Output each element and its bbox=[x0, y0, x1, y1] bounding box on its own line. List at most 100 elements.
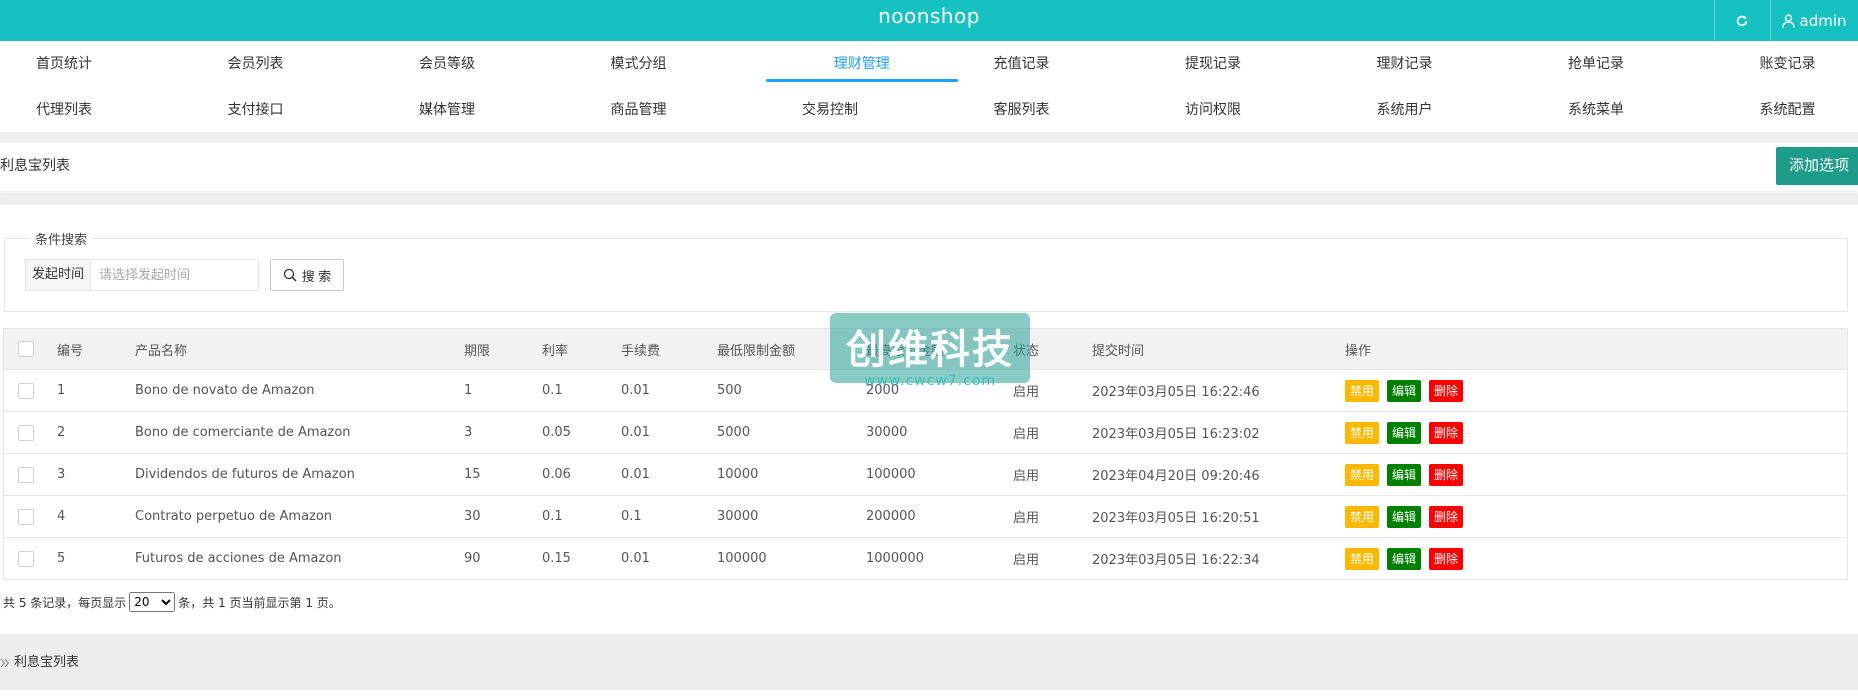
nav-item[interactable]: 交易控制 bbox=[766, 87, 958, 133]
edit-button[interactable]: 编辑 bbox=[1387, 379, 1422, 402]
row-actions: 禁用 编辑 删除 bbox=[1345, 538, 1464, 579]
disable-button[interactable]: 禁用 bbox=[1345, 421, 1380, 444]
nav-item[interactable]: 商品管理 bbox=[575, 87, 767, 133]
disable-button[interactable]: 禁用 bbox=[1345, 463, 1380, 486]
spacer bbox=[0, 193, 1858, 205]
nav-item[interactable]: 抢单记录 bbox=[1532, 41, 1724, 87]
table-row: 3 Dividendos de futuros de Amazon 15 0.06 0.… bbox=[4, 453, 1847, 495]
row-actions: 禁用 编辑 删除 bbox=[1345, 370, 1464, 411]
page-size-select[interactable]: 20 bbox=[129, 592, 176, 612]
row-actions: 禁用 编辑 删除 bbox=[1345, 412, 1464, 453]
nav-item[interactable]: 理财管理 bbox=[766, 41, 958, 87]
delete-button[interactable]: 删除 bbox=[1429, 547, 1464, 570]
table-header: 编号 产品名称 期限 利率 手续费 最低限制金额 最高限制金额 状态 提交时间 操作 bbox=[4, 329, 1847, 369]
nav-item[interactable]: 模式分组 bbox=[575, 41, 767, 87]
spacer bbox=[0, 132, 1858, 143]
cell-rate: 0.15 bbox=[542, 551, 571, 566]
row-actions: 禁用 编辑 删除 bbox=[1345, 496, 1464, 537]
nav-item[interactable]: 会员列表 bbox=[192, 41, 384, 87]
cell-name: Contrato perpetuo de Amazon bbox=[135, 509, 333, 524]
edit-button[interactable]: 编辑 bbox=[1387, 547, 1422, 570]
main-nav: 首页统计 会员列表 会员等级 模式分组 理财管理 充值记录 提现记录 理财记录 抢单记录 账变记录… bbox=[0, 41, 1858, 132]
pager-suffix: 条，共 1 页当前显示第 1 页。 bbox=[178, 595, 341, 610]
delete-button[interactable]: 删除 bbox=[1429, 379, 1464, 402]
cell-id: 3 bbox=[57, 467, 66, 482]
cell-status: 启用 bbox=[1013, 469, 1040, 484]
edit-button[interactable]: 编辑 bbox=[1387, 421, 1422, 444]
refresh-icon bbox=[1736, 14, 1748, 26]
time-input[interactable] bbox=[91, 260, 258, 290]
add-option-button[interactable]: 添加选项 bbox=[1776, 147, 1858, 185]
column-header: 状态 bbox=[1013, 343, 1040, 359]
nav-row: 代理列表 支付接口 媒体管理 商品管理 交易控制 客服列表 访问权限 系统用户 系统菜单 系统配置 bbox=[0, 87, 1858, 133]
footer-bar: 利息宝列表 bbox=[0, 634, 1858, 690]
brand-title: noonshop bbox=[878, 4, 980, 28]
cell-fee: 0.01 bbox=[621, 551, 650, 566]
search-button[interactable]: 搜 索 bbox=[270, 259, 344, 291]
nav-item[interactable]: 首页统计 bbox=[0, 41, 192, 87]
cell-term: 3 bbox=[464, 425, 473, 440]
column-header: 最低限制金额 bbox=[717, 343, 796, 359]
row-checkbox[interactable] bbox=[18, 550, 34, 567]
row-checkbox[interactable] bbox=[18, 508, 34, 525]
nav-item[interactable]: 代理列表 bbox=[0, 87, 192, 133]
top-bar: noonshop admin bbox=[0, 0, 1858, 41]
nav-item[interactable]: 系统菜单 bbox=[1532, 87, 1724, 133]
column-header: 产品名称 bbox=[135, 343, 188, 359]
user-menu[interactable]: admin bbox=[1770, 0, 1858, 41]
header-checkbox-cell bbox=[18, 329, 34, 369]
nav-item[interactable]: 系统配置 bbox=[1724, 87, 1858, 133]
nav-item[interactable]: 访问权限 bbox=[1149, 87, 1341, 133]
cell-fee: 0.01 bbox=[621, 425, 650, 440]
page-title: 利息宝列表 bbox=[0, 158, 70, 174]
breadcrumb: 利息宝列表 bbox=[0, 634, 79, 692]
edit-button[interactable]: 编辑 bbox=[1387, 505, 1422, 528]
delete-button[interactable]: 删除 bbox=[1429, 505, 1464, 528]
row-checkbox[interactable] bbox=[18, 466, 34, 483]
cell-min: 10000 bbox=[717, 467, 759, 482]
table-body: 1 Bono de novato de Amazon 1 0.1 0.01 500 2000… bbox=[4, 369, 1847, 579]
nav-item[interactable]: 账变记录 bbox=[1724, 41, 1858, 87]
nav-item[interactable]: 充值记录 bbox=[958, 41, 1150, 87]
cell-id: 5 bbox=[57, 551, 66, 566]
nav-item[interactable]: 系统用户 bbox=[1341, 87, 1533, 133]
nav-item[interactable]: 提现记录 bbox=[1149, 41, 1341, 87]
column-header: 利率 bbox=[542, 343, 569, 359]
cell-time: 2023年03月05日 16:23:02 bbox=[1092, 427, 1260, 442]
cell-status: 启用 bbox=[1013, 427, 1040, 442]
cell-max: 200000 bbox=[866, 509, 916, 524]
cell-term: 15 bbox=[464, 467, 481, 482]
disable-button[interactable]: 禁用 bbox=[1345, 547, 1380, 570]
row-checkbox[interactable] bbox=[18, 424, 34, 441]
nav-item[interactable]: 会员等级 bbox=[383, 41, 575, 87]
delete-button[interactable]: 删除 bbox=[1429, 421, 1464, 444]
row-checkbox-cell bbox=[18, 412, 34, 453]
time-filter: 发起时间 bbox=[25, 259, 259, 291]
disable-button[interactable]: 禁用 bbox=[1345, 505, 1380, 528]
cell-max: 1000000 bbox=[866, 551, 924, 566]
search-legend: 条件搜索 bbox=[30, 229, 93, 248]
column-header: 期限 bbox=[464, 343, 491, 359]
nav-item[interactable]: 支付接口 bbox=[192, 87, 384, 133]
cell-max: 100000 bbox=[866, 467, 916, 482]
double-chevron-icon bbox=[0, 658, 10, 668]
disable-button[interactable]: 禁用 bbox=[1345, 379, 1380, 402]
cell-status: 启用 bbox=[1013, 385, 1040, 400]
user-name: admin bbox=[1799, 11, 1847, 30]
select-all-checkbox[interactable] bbox=[18, 341, 34, 357]
nav-item[interactable]: 媒体管理 bbox=[383, 87, 575, 133]
cell-time: 2023年03月05日 16:22:34 bbox=[1092, 553, 1260, 568]
cell-max: 2000 bbox=[866, 383, 900, 398]
edit-button[interactable]: 编辑 bbox=[1387, 463, 1422, 486]
nav-item[interactable]: 理财记录 bbox=[1341, 41, 1533, 87]
cell-fee: 0.01 bbox=[621, 467, 650, 482]
cell-min: 500 bbox=[717, 383, 742, 398]
nav-item[interactable]: 客服列表 bbox=[958, 87, 1150, 133]
row-checkbox[interactable] bbox=[18, 382, 34, 399]
delete-button[interactable]: 删除 bbox=[1429, 463, 1464, 486]
cell-min: 5000 bbox=[717, 425, 751, 440]
cell-name: Bono de comerciante de Amazon bbox=[135, 425, 351, 440]
refresh-button[interactable] bbox=[1714, 0, 1770, 41]
table-row: 5 Futuros de acciones de Amazon 90 0.15 0.01… bbox=[4, 537, 1847, 579]
cell-name: Futuros de acciones de Amazon bbox=[135, 551, 342, 566]
